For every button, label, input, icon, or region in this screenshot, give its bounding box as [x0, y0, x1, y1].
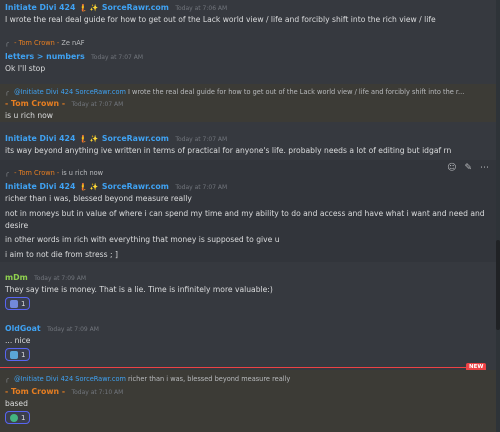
message-toolbar: ☺ ✎ ⋯ — [441, 160, 495, 176]
message-text: i aim to not die from stress ; ] — [5, 250, 118, 259]
reaction-button[interactable]: 1 — [5, 297, 31, 310]
role-tags: 🧜 ✨ — [78, 4, 99, 12]
new-messages-divider — [0, 367, 485, 368]
reaction-count: 1 — [21, 350, 26, 359]
message-header: OldGoat Today at 7:09 AM — [5, 323, 99, 335]
role-tags: 🧜 ✨ — [78, 183, 99, 191]
author-name[interactable]: - Tom Crown - — [5, 99, 65, 108]
more-options-icon[interactable]: ⋯ — [480, 163, 489, 173]
timestamp: Today at 7:09 AM — [47, 326, 99, 333]
role-tags: 🧜 ✨ — [78, 135, 99, 143]
chat-messages: Initiate Divi 424 🧜 ✨ SorceRawr.com Toda… — [0, 0, 500, 432]
scrollbar-track[interactable] — [496, 0, 500, 432]
author-mention[interactable]: SorceRawr.com — [102, 134, 169, 143]
message-text: They say time is money. That is a lie. T… — [5, 285, 273, 294]
scrollbar-thumb[interactable] — [496, 240, 500, 330]
reply-reference[interactable]: ╭ - Tom Crown - Ze nAF — [5, 38, 85, 48]
reply-author[interactable]: @Initiate Divi 424 — [14, 375, 73, 383]
reply-arrow-icon: ╭ — [5, 88, 9, 96]
message-text: based — [5, 399, 28, 408]
add-reaction-icon[interactable]: ☺ — [447, 163, 456, 173]
message-text: I wrote the real deal guide for how to g… — [5, 15, 436, 24]
message-header: Initiate Divi 424 🧜 ✨ SorceRawr.com Toda… — [5, 181, 227, 193]
message-text: richer than i was, blessed beyond measur… — [5, 194, 192, 203]
timestamp: Today at 7:07 AM — [175, 184, 228, 191]
message-text: is u rich now — [5, 111, 54, 120]
reply-author[interactable]: @Initiate Divi 424 — [14, 88, 73, 96]
reply-arrow-icon: ╭ — [5, 39, 9, 47]
author-name[interactable]: - Tom Crown - — [5, 387, 65, 396]
reply-mention[interactable]: SorceRawr.com — [75, 88, 126, 96]
reaction-count: 1 — [21, 413, 26, 422]
author-name[interactable]: OldGoat — [5, 324, 41, 333]
reaction-count: 1 — [21, 299, 26, 308]
clap-emoji-icon — [10, 299, 18, 308]
reply-text: richer than i was, blessed beyond measur… — [128, 375, 291, 383]
green-heart-emoji-icon — [10, 413, 18, 422]
message-header: letters > numbers Today at 7:07 AM — [5, 51, 143, 63]
message-text: its way beyond anything ive written in t… — [5, 146, 452, 155]
author-name[interactable]: letters > numbers — [5, 52, 85, 61]
author-mention[interactable]: SorceRawr.com — [102, 182, 169, 191]
message-text: Ok I'll stop — [5, 64, 46, 73]
message-text: ... nice — [5, 336, 31, 345]
message-header: Initiate Divi 424 🧜 ✨ SorceRawr.com Toda… — [5, 133, 227, 145]
timestamp: Today at 7:07 AM — [91, 54, 144, 61]
reply-text: I wrote the real deal guide for how to g… — [128, 88, 465, 96]
timestamp: Today at 7:06 AM — [175, 5, 228, 12]
reply-text: is u rich now — [61, 169, 104, 177]
message-header: - Tom Crown - Today at 7:10 AM — [5, 386, 123, 398]
reply-reference[interactable]: ╭ @Initiate Divi 424 SorceRawr.com I wro… — [5, 87, 464, 97]
reaction-button[interactable]: 1 — [5, 411, 31, 424]
reply-author[interactable]: - Tom Crown - — [14, 169, 59, 177]
wave-emoji-icon — [10, 350, 18, 359]
reply-mention[interactable]: SorceRawr.com — [75, 375, 126, 383]
timestamp: Today at 7:09 AM — [34, 275, 87, 282]
message-header: mDm Today at 7:09 AM — [5, 272, 86, 284]
reply-arrow-icon: ╭ — [5, 169, 9, 177]
reply-arrow-icon: ╭ — [5, 375, 9, 383]
reply-reference[interactable]: ╭ @Initiate Divi 424 SorceRawr.com riche… — [5, 374, 290, 384]
author-name[interactable]: mDm — [5, 273, 28, 282]
reply-text: Ze nAF — [61, 39, 85, 47]
message-header: - Tom Crown - Today at 7:07 AM — [5, 98, 123, 110]
reaction-button[interactable]: 1 — [5, 348, 31, 361]
reply-author[interactable]: - Tom Crown - — [14, 39, 59, 47]
message-text: desire — [5, 221, 29, 230]
edit-icon[interactable]: ✎ — [464, 163, 472, 173]
author-name[interactable]: Initiate Divi 424 — [5, 182, 75, 191]
message-text: not in moneys but in value of where i ca… — [5, 209, 485, 218]
reply-reference[interactable]: ╭ - Tom Crown - is u rich now — [5, 168, 103, 178]
timestamp: Today at 7:07 AM — [71, 101, 124, 108]
author-name[interactable]: Initiate Divi 424 — [5, 134, 75, 143]
message-header: Initiate Divi 424 🧜 ✨ SorceRawr.com Toda… — [5, 2, 227, 14]
author-name[interactable]: Initiate Divi 424 — [5, 3, 75, 12]
author-mention[interactable]: SorceRawr.com — [102, 3, 169, 12]
timestamp: Today at 7:07 AM — [175, 136, 228, 143]
timestamp: Today at 7:10 AM — [71, 389, 124, 396]
message-text: in other words im rich with everything t… — [5, 235, 280, 244]
